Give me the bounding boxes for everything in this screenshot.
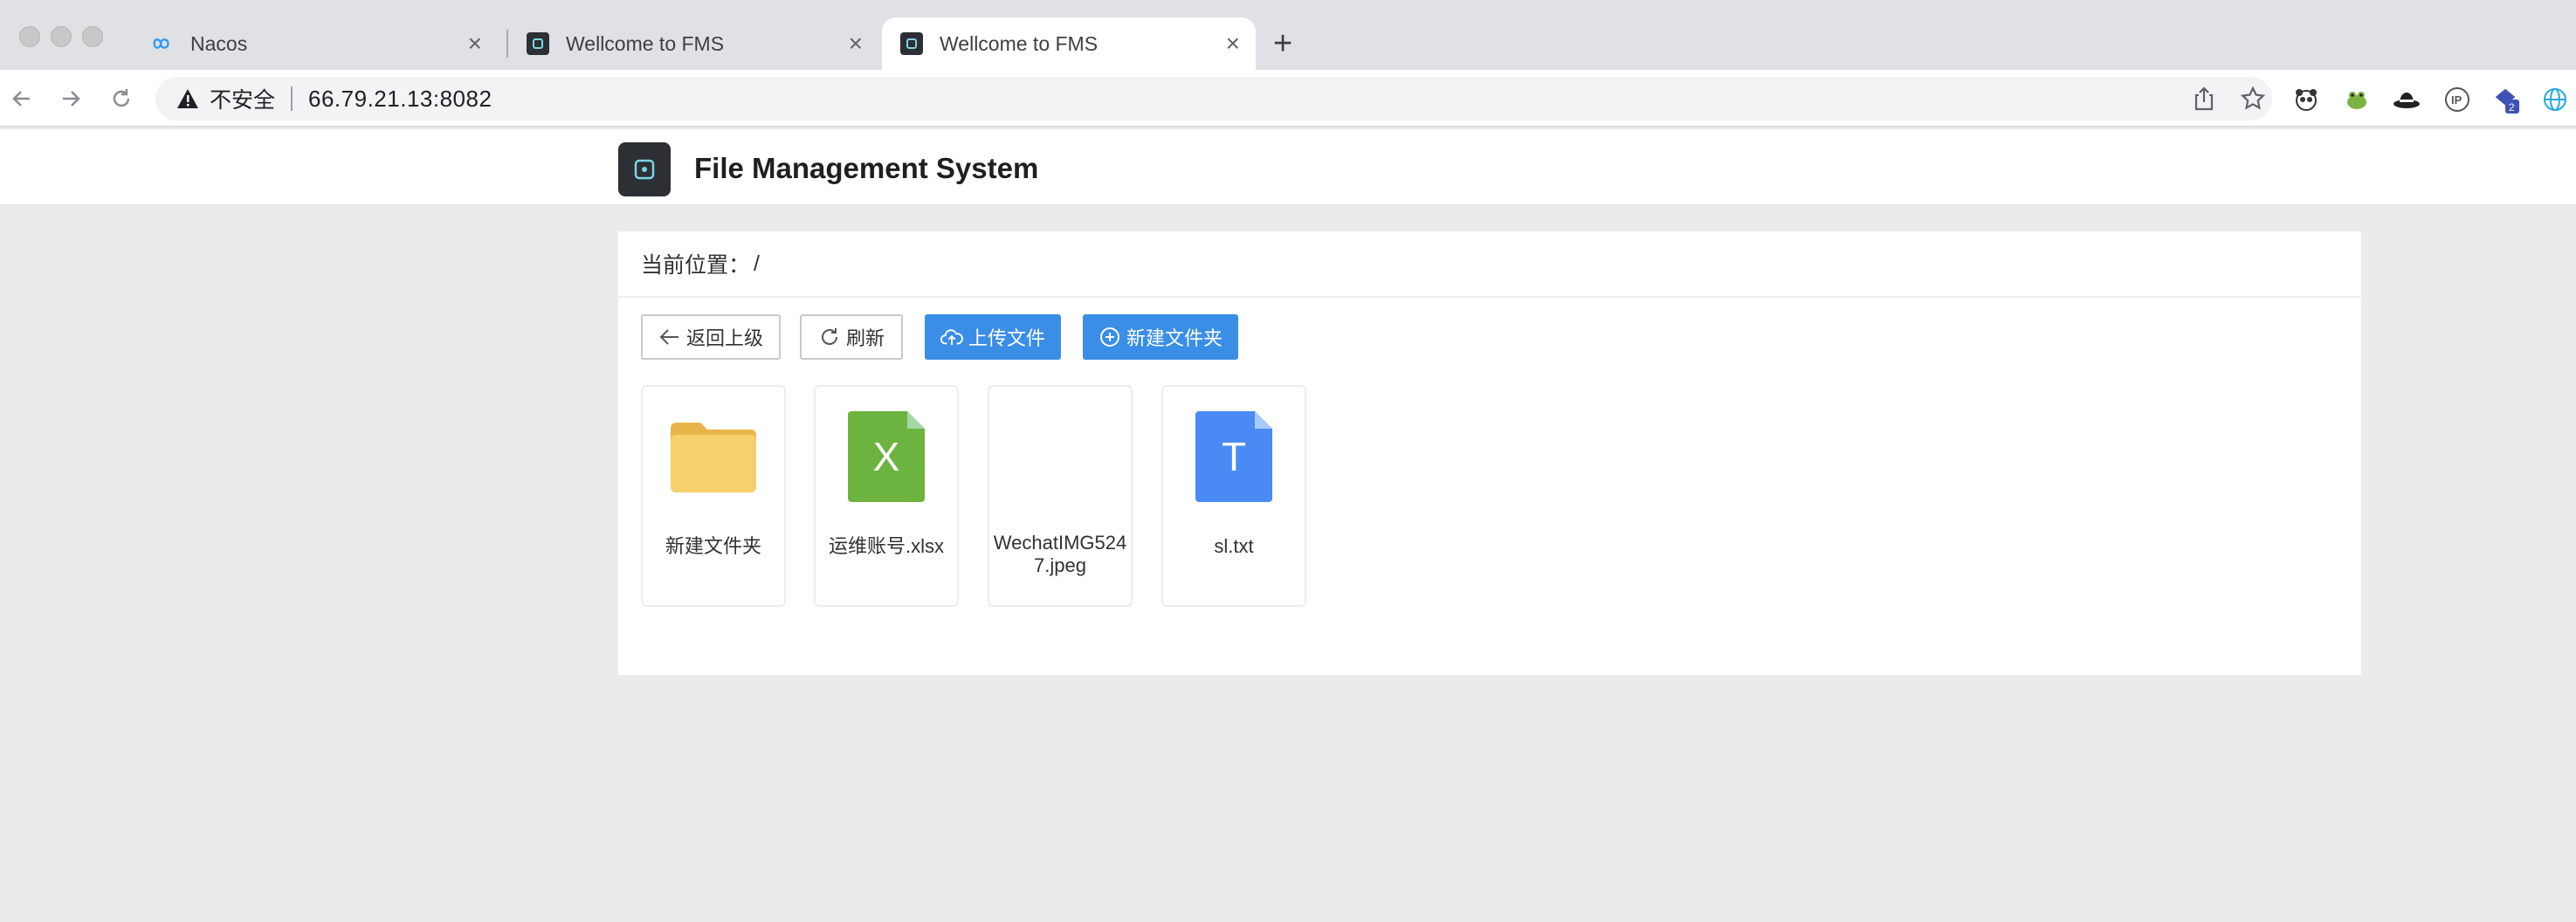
tab-title: Nacos [190, 31, 248, 55]
reload-icon [113, 89, 130, 107]
back-nav-button[interactable] [5, 82, 38, 115]
file-item-folder[interactable]: 新建文件夹 [641, 385, 786, 607]
go-up-label: 返回上级 [685, 327, 763, 349]
breadcrumb: 当前位置： / [618, 231, 2361, 298]
browser-toolbar: 不安全 66.79.21.13:8082 IP 2 [0, 70, 2576, 127]
panda-icon[interactable] [2292, 86, 2320, 114]
refresh-label: 刷新 [845, 327, 885, 349]
reload-button[interactable] [105, 82, 138, 115]
tab-fms-1[interactable]: Wellcome to FMS × [508, 17, 878, 70]
tab-title: Wellcome to FMS [940, 31, 1099, 55]
excel-file-icon: X [816, 411, 957, 502]
svg-text:IP: IP [2451, 93, 2462, 107]
tab-close-icon[interactable]: × [849, 30, 863, 58]
go-up-button[interactable]: 返回上级 [641, 314, 781, 360]
breadcrumb-label: 当前位置： [641, 253, 751, 278]
frog-icon[interactable] [2343, 86, 2371, 114]
new-folder-button[interactable]: 新建文件夹 [1083, 314, 1238, 360]
tab-fms-active[interactable]: Wellcome to FMS × [882, 17, 1256, 70]
new-tab-button[interactable]: + [1273, 24, 1292, 63]
address-bar[interactable]: 不安全 66.79.21.13:8082 [155, 77, 2272, 120]
ip-icon[interactable]: IP [2443, 86, 2471, 114]
url-text[interactable]: 66.79.21.13:8082 [308, 86, 492, 113]
omnibox-divider [291, 86, 293, 111]
refresh-button[interactable]: 刷新 [800, 314, 903, 360]
refresh-icon [818, 326, 841, 348]
breadcrumb-path[interactable]: / [754, 251, 760, 277]
file-item-jpeg[interactable]: WechatIMG5247.jpeg [988, 385, 1133, 607]
bookmark-star-icon[interactable] [2239, 85, 2267, 113]
app-title: File Management System [694, 152, 1039, 184]
plus-circle-icon [1099, 326, 1121, 348]
excel-glyph: X [873, 434, 900, 479]
upload-file-label: 上传文件 [968, 327, 1045, 349]
file-item-txt[interactable]: T sl.txt [1161, 385, 1306, 607]
file-name: 运维账号.xlsx [828, 535, 944, 557]
forward-nav-button[interactable] [54, 82, 87, 115]
hat-icon[interactable] [2393, 86, 2421, 114]
file-name: WechatIMG5247.jpeg [993, 532, 1127, 576]
tab-nacos[interactable]: Nacos × [131, 17, 498, 70]
text-glyph: T [1222, 434, 1246, 479]
file-browser-card: 当前位置： / 返回上级 刷新 上传文件 新建文件夹 新建文件夹 X 运维账号.… [617, 230, 2362, 676]
fms-logo-icon [899, 31, 924, 56]
upload-file-button[interactable]: 上传文件 [925, 314, 1061, 360]
cloud-upload-icon [940, 326, 963, 348]
warning-icon[interactable] [175, 86, 201, 112]
window-zoom-button[interactable] [82, 26, 103, 47]
tab-title: Wellcome to FMS [566, 31, 725, 55]
share-icon[interactable] [2190, 85, 2218, 113]
tab-close-icon[interactable]: × [1226, 30, 1240, 58]
svg-text:2: 2 [2509, 101, 2515, 114]
globe-icon[interactable] [2541, 86, 2569, 114]
arrow-right-icon [63, 91, 80, 107]
folder-icon [643, 411, 784, 502]
file-name: 新建文件夹 [665, 535, 761, 557]
fms-logo-icon [634, 159, 655, 180]
arrow-left-icon [658, 326, 681, 348]
arrow-left-icon [12, 91, 30, 107]
puzzle-badge-icon[interactable]: 2 [2492, 86, 2520, 114]
file-name: sl.txt [1214, 535, 1254, 557]
app-header: File Management System [0, 129, 2576, 206]
browser-tab-bar: Nacos × Wellcome to FMS × Wellcome to FM… [0, 0, 2576, 70]
window-minimize-button[interactable] [51, 26, 72, 47]
image-thumbnail [989, 411, 1131, 502]
file-item-xlsx[interactable]: X 运维账号.xlsx [814, 385, 959, 607]
security-label[interactable]: 不安全 [210, 83, 275, 114]
fms-logo-icon [526, 31, 550, 56]
app-logo [618, 142, 671, 196]
text-file-icon: T [1163, 411, 1305, 502]
new-folder-label: 新建文件夹 [1126, 327, 1223, 349]
nacos-infinity-icon [150, 31, 175, 56]
tab-close-icon[interactable]: × [468, 30, 482, 58]
window-close-button[interactable] [19, 26, 40, 47]
